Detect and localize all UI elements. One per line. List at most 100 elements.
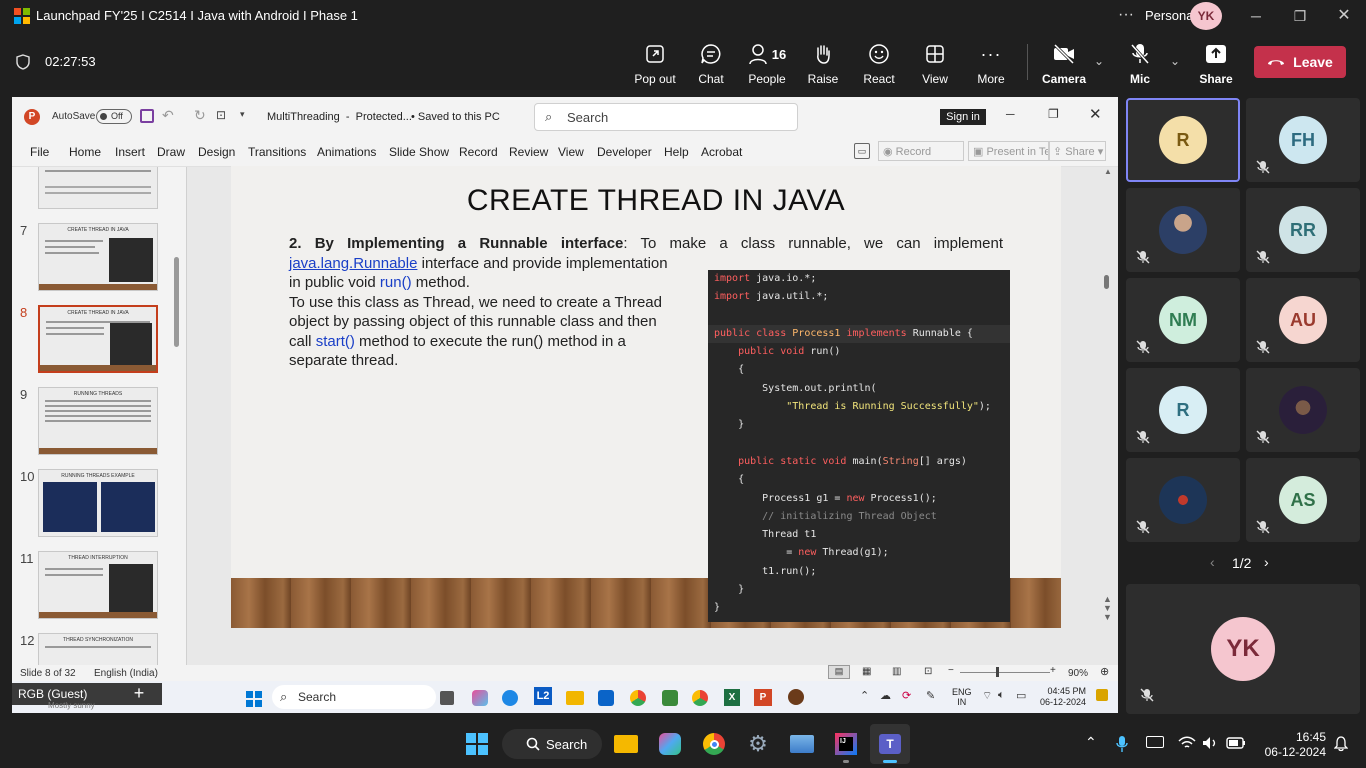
wifi-icon[interactable]: ⌔ bbox=[982, 689, 992, 703]
camera-options-icon[interactable]: ⌄ bbox=[1094, 54, 1104, 68]
language-indicator[interactable]: English (India) bbox=[94, 668, 158, 679]
keyboard-icon[interactable] bbox=[1146, 736, 1164, 748]
people-button[interactable]: 16 People bbox=[739, 42, 795, 86]
powerpoint-taskbar-icon[interactable]: P bbox=[754, 689, 772, 706]
save-icon[interactable] bbox=[140, 109, 154, 123]
leave-button[interactable]: Leave bbox=[1254, 46, 1346, 78]
view-button[interactable]: View bbox=[907, 42, 963, 86]
mic-tray-icon[interactable] bbox=[1116, 735, 1128, 753]
undo-icon[interactable]: ↶ bbox=[162, 107, 174, 124]
present-in-teams-button[interactable]: ▣ Present in Teams bbox=[968, 141, 1050, 161]
tab-help[interactable]: Help bbox=[664, 145, 689, 159]
participant-tile-r-speaking[interactable]: R bbox=[1126, 98, 1240, 182]
sync-icon[interactable]: ⟳ bbox=[902, 689, 911, 702]
participant-tile-au[interactable]: AU bbox=[1246, 278, 1360, 362]
slide-sorter-icon[interactable]: ▦ bbox=[862, 666, 871, 677]
tab-home[interactable]: Home bbox=[69, 145, 101, 159]
slideshow-view-icon[interactable]: ⊡ bbox=[924, 666, 932, 677]
taskbar-clock[interactable]: 16:45 bbox=[1286, 729, 1326, 745]
app-l2-icon[interactable]: L2 bbox=[534, 687, 552, 705]
teams-button[interactable]: T bbox=[874, 728, 906, 760]
pen-icon[interactable]: ✎ bbox=[926, 689, 935, 702]
normal-view-icon[interactable]: ▤ bbox=[828, 665, 850, 679]
chrome-button[interactable] bbox=[698, 728, 730, 760]
zoom-in-icon[interactable]: + bbox=[1050, 665, 1056, 676]
tab-file[interactable]: File bbox=[30, 145, 49, 159]
profile-avatar[interactable]: YK bbox=[1190, 2, 1222, 30]
zoom-slider-thumb[interactable] bbox=[996, 667, 999, 677]
ppt-close-icon[interactable]: ✕ bbox=[1089, 105, 1102, 123]
battery-icon[interactable]: ▭ bbox=[1016, 689, 1026, 702]
more-button[interactable]: ··· More bbox=[963, 42, 1019, 87]
canvas-scrollbar-thumb[interactable] bbox=[1104, 275, 1109, 289]
raise-hand-button[interactable]: Raise bbox=[795, 42, 851, 86]
slide-thumbnail-8-selected[interactable]: CREATE THREAD IN JAVA bbox=[38, 305, 158, 373]
tray-chevron-icon[interactable]: ⌃ bbox=[1085, 734, 1097, 751]
record-button[interactable]: ◉ Record bbox=[878, 141, 964, 161]
minimize-icon[interactable]: ─ bbox=[1246, 6, 1266, 26]
ppt-share-button[interactable]: ⇪ Share ▾ bbox=[1048, 141, 1106, 161]
participant-tile-rr[interactable]: RR bbox=[1246, 188, 1360, 272]
self-view-tile[interactable]: YK bbox=[1126, 584, 1360, 714]
tab-view[interactable]: View bbox=[558, 145, 584, 159]
volume-icon[interactable]: 🔈︎ bbox=[998, 689, 1005, 702]
zoom-level[interactable]: 90% bbox=[1068, 668, 1088, 679]
chat-button[interactable]: Chat bbox=[683, 42, 739, 86]
participant-tile-photo-1[interactable] bbox=[1126, 188, 1240, 272]
fit-slide-icon[interactable]: ⊕ bbox=[1100, 665, 1109, 678]
participant-tile-r[interactable]: R bbox=[1126, 368, 1240, 452]
tab-review[interactable]: Review bbox=[509, 145, 548, 159]
battery-icon[interactable] bbox=[1226, 737, 1246, 749]
add-icon[interactable]: + bbox=[116, 683, 162, 705]
popout-button[interactable]: Pop out bbox=[627, 42, 683, 86]
thumbnail-scrollbar[interactable] bbox=[174, 257, 179, 347]
tab-design[interactable]: Design bbox=[198, 145, 235, 159]
inner-clock[interactable]: 04:45 PM 06-12-2024 bbox=[1040, 686, 1086, 708]
notification-bell-icon[interactable] bbox=[1334, 736, 1348, 752]
tab-insert[interactable]: Insert bbox=[115, 145, 145, 159]
gallery-next-icon[interactable]: › bbox=[1264, 554, 1269, 570]
slide-thumbnail-12[interactable]: THREAD SYNCHRONIZATION bbox=[38, 633, 158, 665]
participant-tile-nm[interactable]: NM bbox=[1126, 278, 1240, 362]
participant-tile-photo-2[interactable] bbox=[1246, 368, 1360, 452]
ppt-search-box[interactable]: ⌕ Search bbox=[534, 103, 798, 131]
volume-icon[interactable] bbox=[1202, 736, 1218, 750]
taskbar-search[interactable]: Search bbox=[502, 729, 602, 759]
restore-icon[interactable]: ❐ bbox=[1290, 6, 1310, 26]
sheets-icon[interactable] bbox=[662, 690, 678, 706]
intellij-button[interactable]: IJ bbox=[830, 728, 862, 760]
scroll-up-icon[interactable]: ▲ bbox=[1104, 167, 1112, 176]
zoom-slider[interactable] bbox=[960, 672, 1050, 673]
input-language[interactable]: ENG IN bbox=[952, 687, 972, 707]
windows-start-icon[interactable] bbox=[246, 691, 262, 707]
file-explorer-icon[interactable] bbox=[566, 691, 584, 705]
slide-thumbnail-6[interactable] bbox=[38, 167, 158, 209]
slideshow-icon[interactable]: ⊡ bbox=[216, 108, 226, 122]
outlook-icon[interactable] bbox=[598, 690, 614, 706]
more-options-icon[interactable]: ··· bbox=[1118, 6, 1134, 24]
close-icon[interactable]: ✕ bbox=[1334, 6, 1354, 26]
slide-thumbnail-9[interactable]: RUNNING THREADS bbox=[38, 387, 158, 455]
notification-icon[interactable] bbox=[1096, 689, 1108, 701]
tab-acrobat[interactable]: Acrobat bbox=[701, 145, 742, 159]
comments-icon[interactable]: ▭ bbox=[854, 143, 870, 159]
react-button[interactable]: React bbox=[851, 42, 907, 86]
tab-draw[interactable]: Draw bbox=[157, 145, 185, 159]
ppt-restore-icon[interactable]: ❐ bbox=[1048, 107, 1059, 121]
tab-animations[interactable]: Animations bbox=[317, 145, 376, 159]
redo-icon[interactable]: ↻ bbox=[194, 107, 206, 124]
gallery-prev-icon[interactable]: ‹ bbox=[1210, 554, 1215, 570]
mic-button[interactable]: Mic bbox=[1112, 42, 1168, 86]
zoom-out-icon[interactable]: − bbox=[948, 665, 954, 676]
tray-chevron-icon[interactable]: ⌃ bbox=[860, 689, 869, 702]
inner-search-box[interactable]: ⌕ Search bbox=[272, 685, 436, 709]
reading-view-icon[interactable]: ▥ bbox=[892, 666, 901, 677]
tab-transitions[interactable]: Transitions bbox=[248, 145, 306, 159]
mic-options-icon[interactable]: ⌄ bbox=[1170, 54, 1180, 68]
slide-thumbnail-7[interactable]: CREATE THREAD IN JAVA bbox=[38, 223, 158, 291]
runnable-link[interactable]: java.lang.Runnable bbox=[289, 255, 417, 272]
participant-tile-as[interactable]: AS bbox=[1246, 458, 1360, 542]
tab-slide-show[interactable]: Slide Show bbox=[389, 145, 449, 159]
share-button[interactable]: Share bbox=[1188, 42, 1244, 86]
slide-thumbnail-11[interactable]: THREAD INTERRUPTION bbox=[38, 551, 158, 619]
